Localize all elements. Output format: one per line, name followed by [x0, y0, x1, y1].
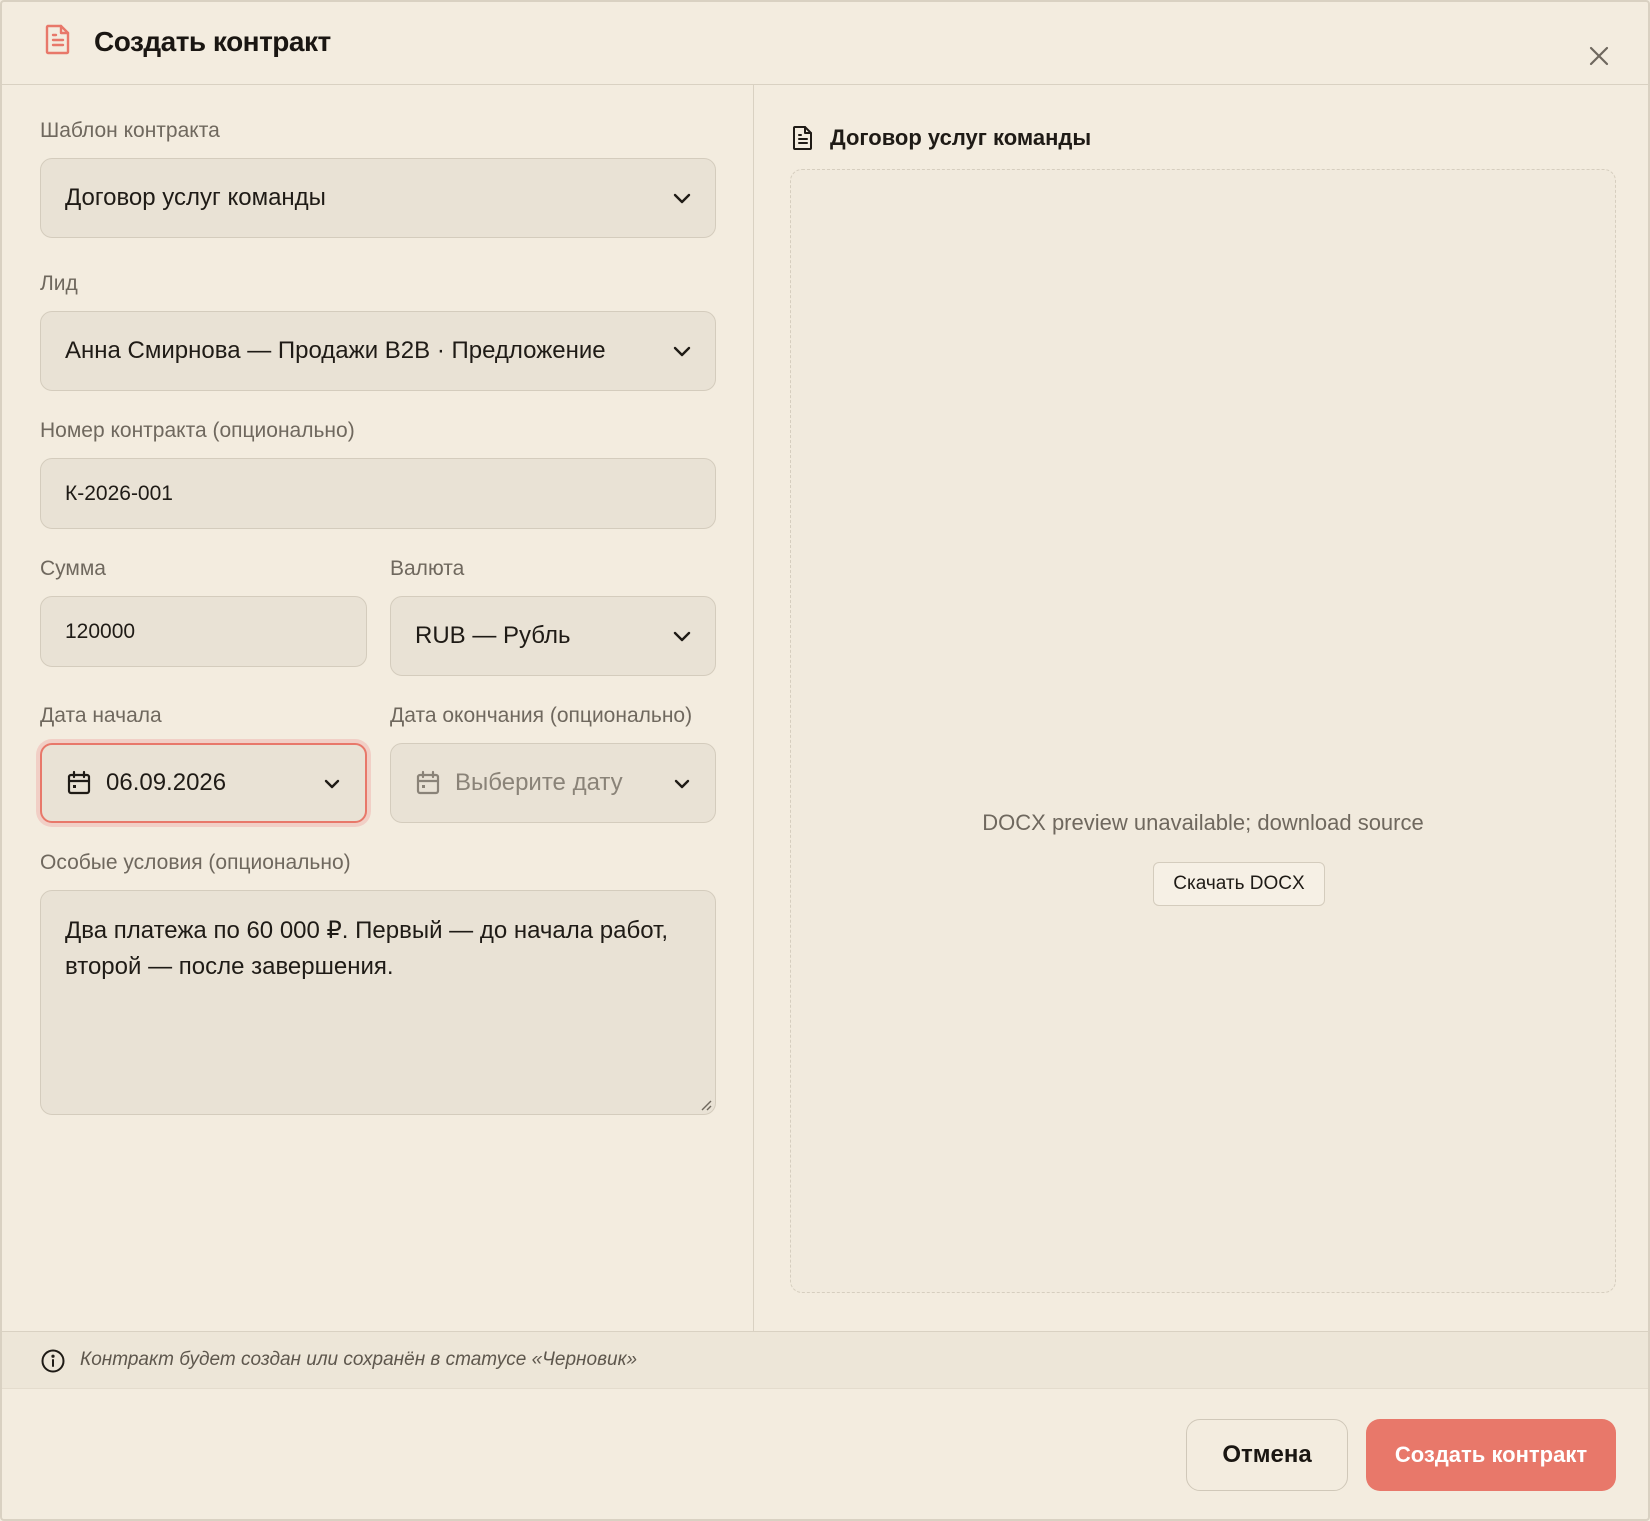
chevron-down-icon [673, 193, 691, 204]
contract-number-value: К-2026-001 [65, 481, 173, 505]
dialog-header: Создать контракт [2, 2, 1648, 85]
currency-value: RUB — Рубль [415, 622, 571, 649]
special-terms-textarea[interactable]: Два платежа по 60 000 ₽. Первый — до нач… [40, 890, 716, 1115]
end-date-picker[interactable]: Выберите дату [390, 743, 716, 823]
preview-panel: Договор услуг команды DOCX preview unava… [754, 85, 1650, 1331]
lead-value: Анна Смирнова — Продажи B2B · Предложени… [65, 337, 606, 364]
chevron-down-icon [673, 346, 691, 357]
template-value: Договор услуг команды [65, 184, 326, 211]
amount-value: 120000 [65, 619, 136, 643]
end-date-placeholder: Выберите дату [455, 769, 623, 796]
currency-label: Валюта [390, 557, 465, 580]
start-date-value: 06.09.2026 [106, 769, 227, 796]
download-docx-button[interactable]: Скачать DOCX [1153, 862, 1325, 906]
cancel-button[interactable]: Отмена [1186, 1419, 1348, 1491]
amount-input[interactable]: 120000 [40, 596, 367, 667]
status-info-bar: Контракт будет создан или сохранён в ста… [2, 1331, 1648, 1389]
template-label: Шаблон контракта [40, 119, 220, 142]
document-icon [793, 126, 812, 150]
document-icon [45, 24, 70, 55]
start-date-picker[interactable]: 06.09.2026 [40, 743, 367, 823]
contract-form: Шаблон контракта Договор услуг команды Л… [2, 85, 754, 1331]
dialog-title: Создать контракт [94, 26, 331, 57]
template-select[interactable]: Договор услуг команды [40, 158, 716, 238]
amount-label: Сумма [40, 557, 106, 580]
calendar-icon [67, 770, 91, 795]
end-date-label: Дата окончания (опционально) [390, 704, 693, 727]
docx-preview-area: DOCX preview unavailable; download sourc… [790, 169, 1616, 1293]
chevron-down-icon [674, 779, 690, 789]
chevron-down-icon [324, 779, 340, 789]
currency-select[interactable]: RUB — Рубль [390, 596, 716, 676]
create-contract-button[interactable]: Создать контракт [1366, 1419, 1616, 1491]
info-icon [41, 1349, 65, 1373]
special-terms-value: Два платежа по 60 000 ₽. Первый — до нач… [65, 917, 669, 980]
special-terms-label: Особые условия (опционально) [40, 851, 351, 874]
create-contract-dialog: Создать контракт Шаблон контракта Догово… [0, 0, 1650, 1521]
preview-title: Договор услуг команды [830, 125, 1092, 150]
lead-label: Лид [40, 272, 78, 295]
resize-handle-icon[interactable] [698, 1097, 712, 1111]
contract-number-label: Номер контракта (опционально) [40, 419, 355, 442]
close-icon [1589, 46, 1609, 66]
lead-select[interactable]: Анна Смирнова — Продажи B2B · Предложени… [40, 311, 716, 391]
start-date-label: Дата начала [40, 704, 162, 727]
contract-number-input[interactable]: К-2026-001 [40, 458, 716, 529]
chevron-down-icon [673, 631, 691, 642]
calendar-icon [416, 770, 440, 795]
preview-unavailable-message: DOCX preview unavailable; download sourc… [982, 810, 1424, 835]
status-info-text: Контракт будет создан или сохранён в ста… [80, 1349, 638, 1370]
close-button[interactable] [1582, 39, 1616, 73]
